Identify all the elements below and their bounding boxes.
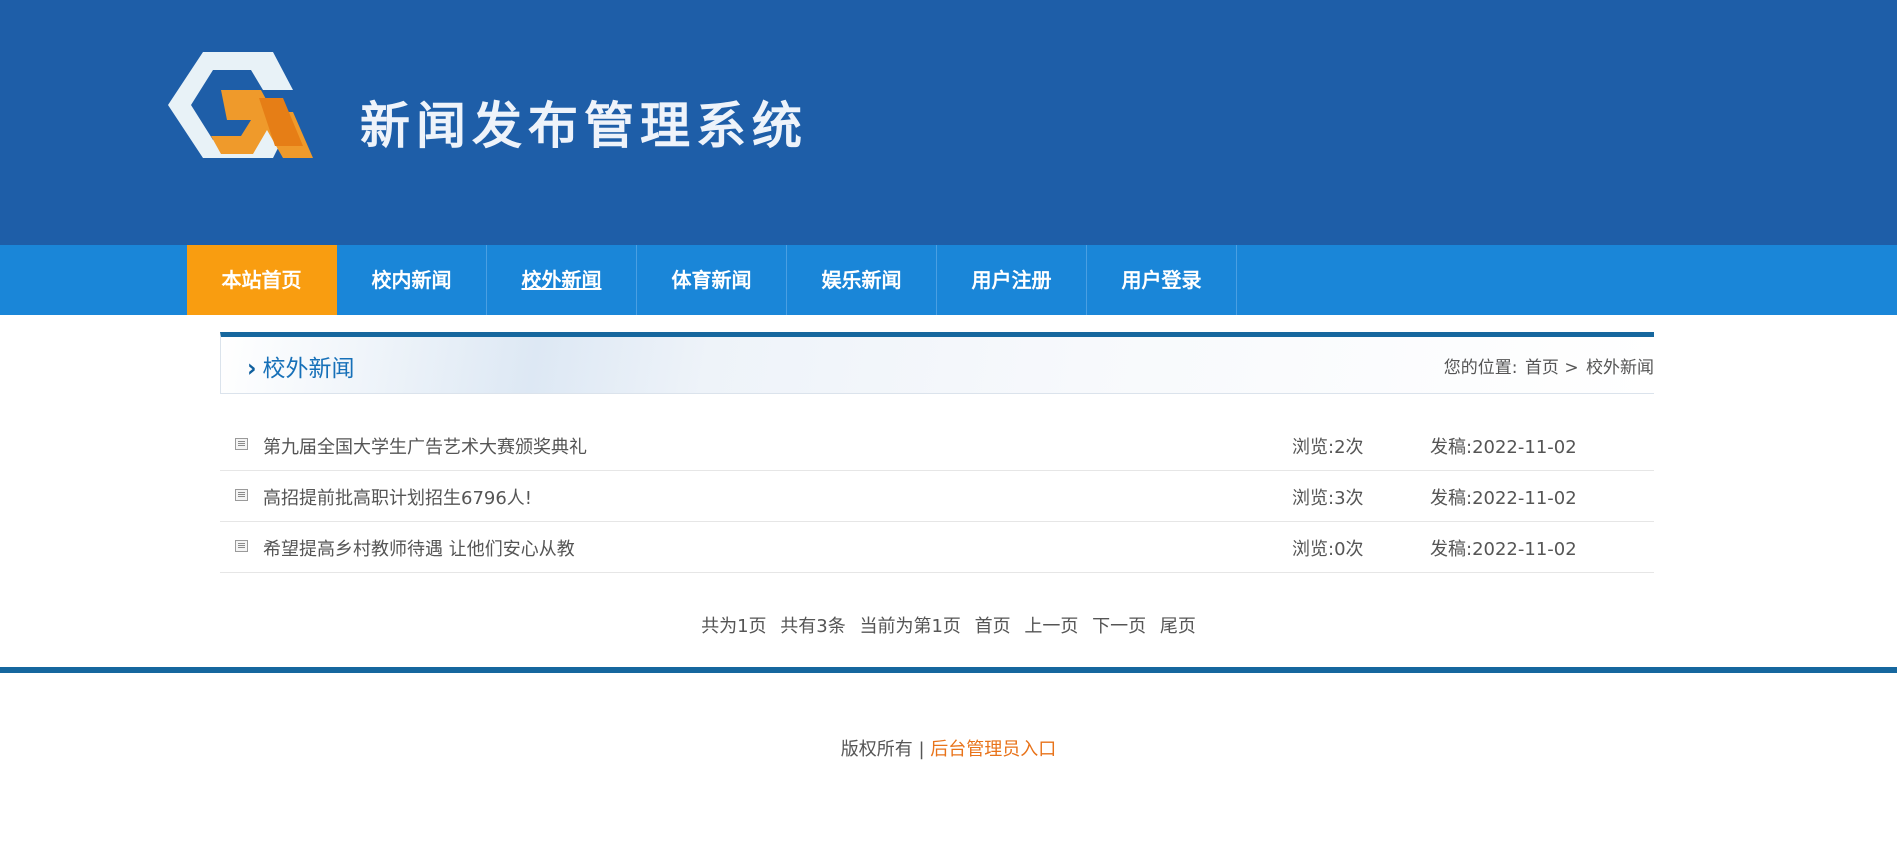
pagination: 共为1页 共有3条 当前为第1页 首页 上一页 下一页 尾页 <box>0 612 1897 638</box>
footer-divider <box>0 667 1897 673</box>
logo-icon <box>168 52 313 158</box>
news-title-link[interactable]: 高招提前批高职计划招生6796人! <box>263 484 532 510</box>
site-title: 新闻发布管理系统 <box>360 97 808 155</box>
chevron-right-icon: › <box>247 354 257 384</box>
news-list: 第九届全国大学生广告艺术大赛颁奖典礼 浏览:2次 发稿:2022-11-02 高… <box>220 420 1654 573</box>
news-title-link[interactable]: 希望提高乡村教师待遇 让他们安心从教 <box>263 535 575 561</box>
pager-next-link[interactable]: 下一页 <box>1092 616 1146 637</box>
news-date: 发稿:2022-11-02 <box>1430 437 1577 458</box>
news-views: 浏览:0次 <box>1292 539 1364 560</box>
nav-item-home[interactable]: 本站首页 <box>187 245 337 315</box>
main-nav: 本站首页 校内新闻 校外新闻 体育新闻 娱乐新闻 用户注册 用户登录 <box>0 245 1897 315</box>
news-views: 浏览:3次 <box>1292 488 1364 509</box>
news-row: 第九届全国大学生广告艺术大赛颁奖典礼 浏览:2次 发稿:2022-11-02 <box>220 420 1654 471</box>
copyright-text: 版权所有 | <box>840 739 925 760</box>
nav-item-entertainment-news[interactable]: 娱乐新闻 <box>787 245 937 315</box>
breadcrumb-prefix: 您的位置: <box>1443 358 1518 378</box>
pager-first-link[interactable]: 首页 <box>975 616 1011 637</box>
site-header: 新闻发布管理系统 <box>0 0 1897 245</box>
pager-current: 当前为第1页 <box>859 616 961 637</box>
breadcrumb: 您的位置: 首页 > 校外新闻 <box>1442 353 1654 378</box>
nav-item-sports-news[interactable]: 体育新闻 <box>637 245 787 315</box>
section-title-text: 校外新闻 <box>262 356 355 382</box>
section-header: › 校外新闻 您的位置: 首页 > 校外新闻 <box>220 332 1654 394</box>
news-row: 高招提前批高职计划招生6796人! 浏览:3次 发稿:2022-11-02 <box>220 471 1654 522</box>
nav-item-login[interactable]: 用户登录 <box>1087 245 1237 315</box>
news-title-link[interactable]: 第九届全国大学生广告艺术大赛颁奖典礼 <box>263 433 587 459</box>
list-bullet-icon <box>235 438 248 450</box>
pager-prev-link[interactable]: 上一页 <box>1024 616 1078 637</box>
news-date: 发稿:2022-11-02 <box>1430 539 1577 560</box>
nav-item-register[interactable]: 用户注册 <box>937 245 1087 315</box>
breadcrumb-current: 校外新闻 <box>1586 358 1654 378</box>
breadcrumb-home-link[interactable]: 首页 > <box>1525 358 1579 378</box>
news-row: 希望提高乡村教师待遇 让他们安心从教 浏览:0次 发稿:2022-11-02 <box>220 522 1654 573</box>
list-bullet-icon <box>235 489 248 501</box>
admin-entry-link[interactable]: 后台管理员入口 <box>930 739 1056 760</box>
list-bullet-icon <box>235 540 248 552</box>
pager-total-items: 共有3条 <box>780 616 846 637</box>
pager-last-link[interactable]: 尾页 <box>1160 616 1196 637</box>
news-date: 发稿:2022-11-02 <box>1430 488 1577 509</box>
nav-item-campus-news[interactable]: 校内新闻 <box>337 245 487 315</box>
site-footer: 版权所有 | 后台管理员入口 <box>0 735 1897 761</box>
nav-item-external-news[interactable]: 校外新闻 <box>487 245 637 315</box>
pager-total-pages: 共为1页 <box>701 616 767 637</box>
news-views: 浏览:2次 <box>1292 437 1364 458</box>
section-title: › 校外新闻 <box>247 349 355 384</box>
